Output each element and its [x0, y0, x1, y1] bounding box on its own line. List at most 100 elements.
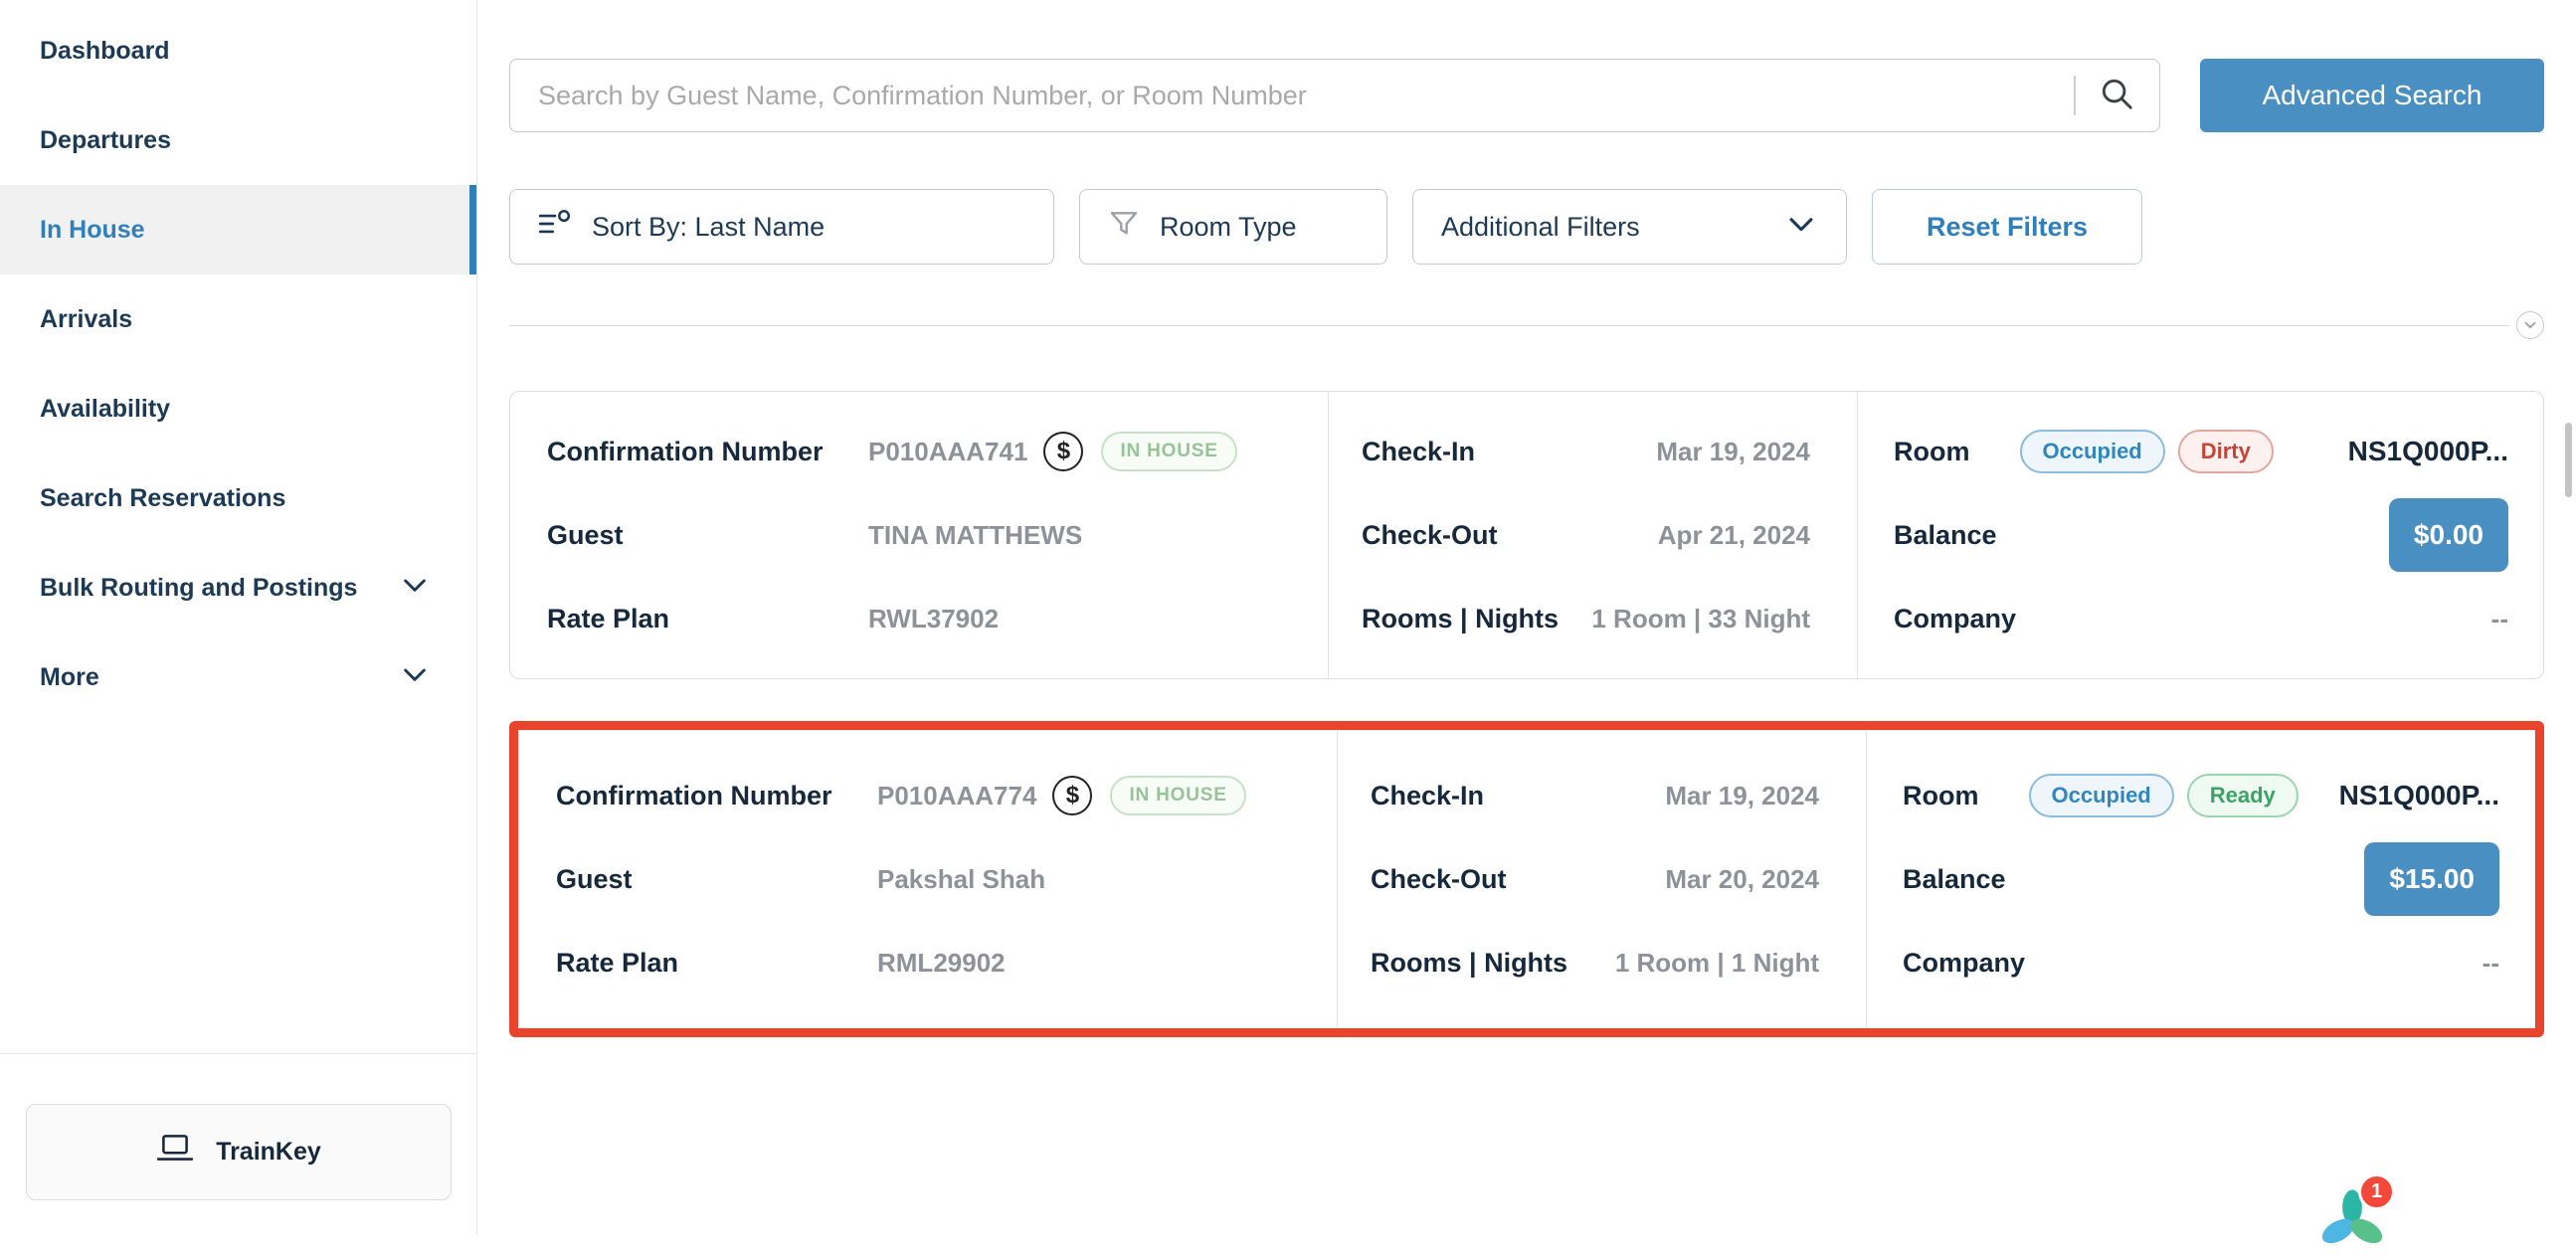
sidebar-item-label: Availability	[40, 395, 170, 424]
sidebar-item-label: More	[40, 663, 99, 692]
section-divider	[509, 325, 2544, 327]
main-content: Advanced Search Sort By: Last Name Room …	[477, 0, 2576, 1235]
occupancy-badge: Occupied	[2029, 774, 2174, 817]
scrollbar-thumb[interactable]	[2565, 423, 2572, 497]
balance-row: Balance $15.00	[1903, 837, 2499, 921]
occupancy-badge: Occupied	[2020, 430, 2165, 473]
confirmation-value: P010AAA741	[868, 437, 1027, 467]
sidebar-item-in-house[interactable]: In House	[0, 185, 476, 274]
checkout-value: Mar 20, 2024	[1665, 864, 1819, 895]
card-guest-column: Confirmation Number P010AAA774 $ IN HOUS…	[519, 731, 1338, 1027]
status-badge: IN HOUSE	[1101, 432, 1236, 471]
checkout-label: Check-Out	[1362, 520, 1498, 551]
payment-dollar-icon[interactable]: $	[1052, 776, 1092, 815]
chevron-down-icon	[1784, 207, 1818, 248]
laptop-icon	[156, 1134, 194, 1170]
sidebar-item-label: Departures	[40, 126, 171, 155]
sidebar-item-label: Dashboard	[40, 37, 170, 66]
search-icon[interactable]	[2098, 75, 2135, 117]
rooms-nights-row: Rooms | Nights 1 Room | 1 Night	[1371, 921, 1819, 1004]
room-label: Room	[1894, 437, 1970, 467]
rate-plan-row: Rate Plan RWL37902	[547, 577, 1328, 660]
card-dates-column: Check-In Mar 19, 2024 Check-Out Apr 21, …	[1329, 392, 1858, 678]
notification-badge: 1	[2358, 1173, 2395, 1210]
room-status-badges: Occupied Dirty	[2020, 430, 2274, 473]
guest-label: Guest	[547, 520, 868, 551]
selected-reservation-highlight: Confirmation Number P010AAA774 $ IN HOUS…	[509, 721, 2544, 1037]
checkin-value: Mar 19, 2024	[1656, 437, 1810, 467]
rooms-nights-value: 1 Room | 1 Night	[1615, 948, 1819, 979]
confirmation-label: Confirmation Number	[556, 781, 877, 811]
balance-button[interactable]: $0.00	[2389, 498, 2508, 572]
payment-dollar-icon[interactable]: $	[1043, 432, 1083, 471]
checkin-label: Check-In	[1371, 781, 1484, 811]
balance-row: Balance $0.00	[1894, 493, 2508, 577]
balance-button[interactable]: $15.00	[2364, 842, 2499, 916]
card-room-column: Room Occupied Dirty NS1Q000P... Balance …	[1858, 392, 2543, 678]
sidebar-nav: Dashboard Departures In House Arrivals A…	[0, 0, 476, 722]
sort-by-label: Sort By: Last Name	[592, 212, 825, 243]
rooms-nights-label: Rooms | Nights	[1362, 604, 1559, 634]
checkin-row: Check-In Mar 19, 2024	[1371, 754, 1819, 837]
company-label: Company	[1903, 948, 2025, 979]
collapse-toggle[interactable]	[2516, 311, 2544, 339]
rate-plan-value: RWL37902	[868, 604, 999, 634]
housekeeping-badge: Ready	[2187, 774, 2299, 817]
search-row: Advanced Search	[509, 59, 2544, 132]
sidebar-item-bulk-routing[interactable]: Bulk Routing and Postings	[0, 543, 476, 632]
funnel-icon	[1108, 208, 1140, 247]
rooms-nights-value: 1 Room | 33 Night	[1591, 604, 1810, 634]
sidebar-item-arrivals[interactable]: Arrivals	[0, 274, 476, 364]
reservation-card[interactable]: Confirmation Number P010AAA741 $ IN HOUS…	[509, 391, 2544, 679]
sidebar-item-label: Arrivals	[40, 305, 132, 334]
reset-filters-button[interactable]: Reset Filters	[1872, 189, 2142, 265]
rate-plan-label: Rate Plan	[556, 948, 877, 979]
company-row: Company --	[1894, 577, 2508, 660]
sidebar-item-departures[interactable]: Departures	[0, 95, 476, 185]
confirmation-label: Confirmation Number	[547, 437, 868, 467]
guest-value: TINA MATTHEWS	[868, 520, 1082, 551]
sidebar-item-label: Search Reservations	[40, 484, 285, 513]
confirmation-row: Confirmation Number P010AAA741 $ IN HOUS…	[547, 410, 1328, 493]
balance-label: Balance	[1894, 520, 1997, 551]
sidebar-item-more[interactable]: More	[0, 632, 476, 722]
app-window: Dashboard Departures In House Arrivals A…	[0, 0, 2576, 1235]
sort-icon	[538, 210, 572, 245]
sidebar-item-label: Bulk Routing and Postings	[40, 574, 357, 603]
checkout-row: Check-Out Apr 21, 2024	[1362, 493, 1810, 577]
search-input[interactable]	[538, 81, 2052, 111]
rooms-nights-row: Rooms | Nights 1 Room | 33 Night	[1362, 577, 1810, 660]
search-box	[509, 59, 2160, 132]
sidebar: Dashboard Departures In House Arrivals A…	[0, 0, 477, 1235]
room-number-value: NS1Q000P...	[2339, 780, 2499, 811]
trainkey-button[interactable]: TrainKey	[26, 1104, 452, 1200]
chevron-down-icon	[399, 569, 431, 608]
advanced-search-button[interactable]: Advanced Search	[2200, 59, 2544, 132]
checkout-row: Check-Out Mar 20, 2024	[1371, 837, 1819, 921]
rate-plan-row: Rate Plan RML29902	[556, 921, 1337, 1004]
rooms-nights-label: Rooms | Nights	[1371, 948, 1567, 979]
sort-by-button[interactable]: Sort By: Last Name	[509, 189, 1054, 265]
room-status-badges: Occupied Ready	[2029, 774, 2299, 817]
sidebar-item-search-reservations[interactable]: Search Reservations	[0, 453, 476, 543]
checkin-label: Check-In	[1362, 437, 1475, 467]
additional-filters-button[interactable]: Additional Filters	[1412, 189, 1847, 265]
room-type-button[interactable]: Room Type	[1079, 189, 1387, 265]
guest-row: Guest Pakshal Shah	[556, 837, 1337, 921]
room-label: Room	[1903, 781, 1979, 811]
card-guest-column: Confirmation Number P010AAA741 $ IN HOUS…	[510, 392, 1329, 678]
reservation-card[interactable]: Confirmation Number P010AAA774 $ IN HOUS…	[518, 730, 2535, 1028]
search-divider	[2074, 76, 2076, 115]
sidebar-item-availability[interactable]: Availability	[0, 364, 476, 453]
additional-filters-label: Additional Filters	[1441, 212, 1640, 243]
balance-label: Balance	[1903, 864, 2006, 895]
checkout-value: Apr 21, 2024	[1658, 520, 1810, 551]
rate-plan-label: Rate Plan	[547, 604, 868, 634]
sidebar-item-dashboard[interactable]: Dashboard	[0, 6, 476, 95]
room-row: Room Occupied Dirty NS1Q000P...	[1894, 410, 2508, 493]
checkin-value: Mar 19, 2024	[1665, 781, 1819, 811]
reset-filters-label: Reset Filters	[1927, 212, 2088, 243]
chat-widget-icon[interactable]: 1	[2317, 1185, 2387, 1255]
card-dates-column: Check-In Mar 19, 2024 Check-Out Mar 20, …	[1338, 731, 1867, 1027]
company-label: Company	[1894, 604, 2016, 634]
